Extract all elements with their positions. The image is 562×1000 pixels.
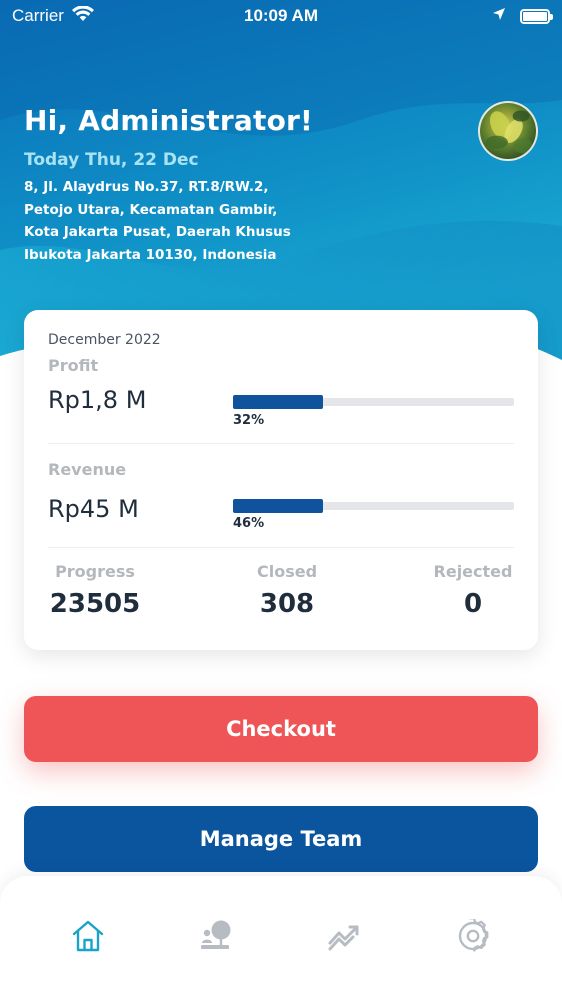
checkout-button[interactable]: Checkout: [24, 696, 538, 762]
address-line: 8, Jl. Alaydrus No.37, RT.8/RW.2,: [24, 179, 269, 195]
stat-value: 0: [463, 589, 483, 619]
nav-home[interactable]: [68, 918, 108, 958]
location-arrow-icon: [492, 6, 506, 26]
bottom-navigation: [0, 876, 562, 1000]
stat-progress: Progress 23505: [20, 562, 170, 619]
status-bar: Carrier 10:09 AM: [0, 0, 562, 32]
profit-value: Rp1,8 M: [48, 386, 147, 414]
stat-label: Rejected: [433, 562, 513, 581]
home-icon: [71, 919, 105, 957]
address-text: 8, Jl. Alaydrus No.37, RT.8/RW.2, Petojo…: [24, 176, 324, 266]
profit-percent: 32%: [233, 413, 265, 428]
manage-team-button[interactable]: Manage Team: [24, 806, 538, 872]
stat-label: Closed: [256, 562, 318, 581]
stat-label: Progress: [55, 562, 135, 581]
profit-progress-bar: [233, 395, 514, 409]
card-divider: [48, 547, 514, 548]
profile-avatar[interactable]: [478, 101, 538, 161]
trend-chart-icon: [327, 921, 361, 955]
nav-analytics[interactable]: [324, 918, 364, 958]
card-divider: [48, 443, 514, 444]
stat-rejected: Rejected 0: [398, 562, 548, 619]
address-line: Ibukota Jakarta 10130, Indonesia: [24, 246, 277, 263]
profit-label: Profit: [48, 356, 99, 375]
address-line: Petojo Utara, Kecamatan Gambir,: [24, 201, 278, 218]
nav-team-structure[interactable]: [196, 918, 236, 958]
stat-value: 23505: [49, 589, 141, 619]
today-date: Today Thu, 22 Dec: [24, 150, 199, 170]
stat-closed: Closed 308: [212, 562, 362, 619]
settings-gear-icon: [456, 917, 490, 957]
profit-progress-fill: [233, 395, 323, 409]
revenue-label: Revenue: [48, 460, 127, 479]
address-line: Kota Jakarta Pusat, Daerah Khusus: [24, 224, 291, 240]
revenue-percent: 46%: [233, 516, 265, 531]
stat-value: 308: [259, 589, 315, 619]
battery-icon: [520, 8, 553, 24]
revenue-progress-bar: [233, 499, 514, 513]
greeting-title: Hi, Administrator!: [24, 104, 313, 137]
carrier-label: Carrier: [12, 6, 64, 25]
user-tree-icon: [198, 919, 234, 957]
revenue-value: Rp45 M: [48, 495, 139, 523]
monthly-stats-card: December 2022 Profit Rp1,8 M 32% Revenue…: [24, 310, 538, 650]
period-label: December 2022: [48, 332, 161, 348]
revenue-progress-fill: [233, 499, 323, 513]
wifi-icon: [71, 4, 94, 27]
nav-settings[interactable]: [453, 917, 493, 958]
